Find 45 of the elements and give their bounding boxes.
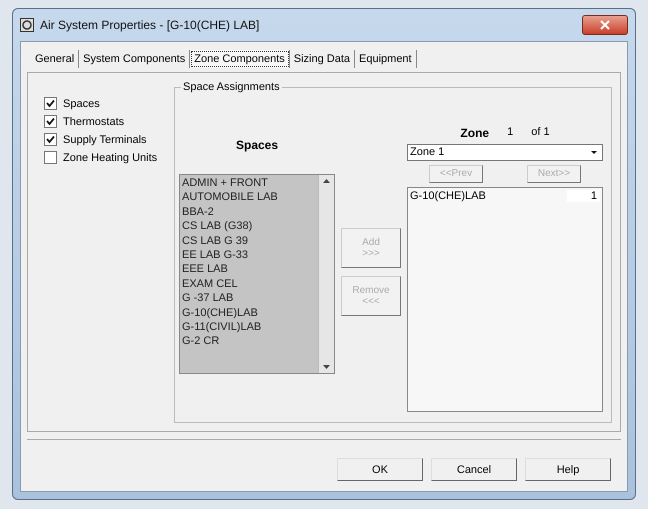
checkbox[interactable] [44,151,57,164]
tab[interactable]: Sizing Data [290,50,356,68]
checkbox-label: Thermostats [63,116,124,128]
zone-dropdown[interactable]: Zone 1 [407,144,603,161]
close-icon [600,20,610,30]
dialog-button[interactable]: OK [337,458,423,481]
app-icon [20,18,34,32]
checkbox[interactable] [44,133,57,146]
list-item[interactable]: AUTOMOBILE LAB [182,190,316,205]
list-item[interactable]: CS LAB G 39 [182,234,316,248]
space-count[interactable]: 1 [567,190,600,202]
checkbox[interactable] [44,115,57,128]
checkbox-label: Spaces [63,98,100,110]
list-item[interactable]: G-2 CR [182,334,316,349]
list-item[interactable]: ADMIN + FRONT [182,176,316,190]
window-title: Air System Properties - [G-10(CHE) LAB] [40,18,260,32]
list-item[interactable]: EXAM CEL [182,276,316,292]
caret-icon [591,150,597,154]
list-item[interactable]: G-10(CHE)LAB [182,306,316,320]
spaces-list[interactable]: ADMIN + FRONT AUTOMOBILE LAB BBA-2 CS LAB (G38) CS LAB G 39 EE LAB G-33 EEE LAB EXAM CEL G -37 LAB G-10(CHE)LAB G-11(CIVIL)LAB G-2 CR [179,174,335,374]
list-item[interactable]: G-11(CIVIL)LAB [182,320,316,334]
dialog-button[interactable]: Help [525,458,611,481]
list-item[interactable]: EE LAB G-33 [182,248,316,262]
scroll-down-icon[interactable] [323,365,330,369]
dialog-button[interactable]: Cancel [431,458,517,481]
checkbox[interactable] [44,97,57,110]
zone-spaces-list[interactable]: G-10(CHE)LAB 1 [407,186,603,412]
zone-label: Zone [460,126,490,140]
spaces-heading: Spaces [236,138,278,152]
tab[interactable]: Zone Components [190,50,290,68]
zone-number: 1 [507,126,514,140]
checkbox-label: Zone Heating Units [63,152,158,164]
list-item[interactable]: BBA-2 [182,204,316,220]
scroll-up-icon[interactable] [323,179,330,183]
group-title: Space Assignments [181,81,282,93]
close-button[interactable] [582,15,628,35]
checkbox-label: Supply Terminals [63,134,147,146]
tab[interactable]: General [31,50,80,68]
list-item[interactable]: EEE LAB [182,262,316,277]
scrollbar[interactable] [318,175,334,373]
list-item[interactable]: G -37 LAB [182,291,316,306]
tab[interactable]: Equipment [355,50,417,68]
list-item[interactable]: CS LAB (G38) [182,219,316,234]
zone-total: of 1 [531,126,550,140]
list-item[interactable]: G-10(CHE)LAB [410,190,486,202]
